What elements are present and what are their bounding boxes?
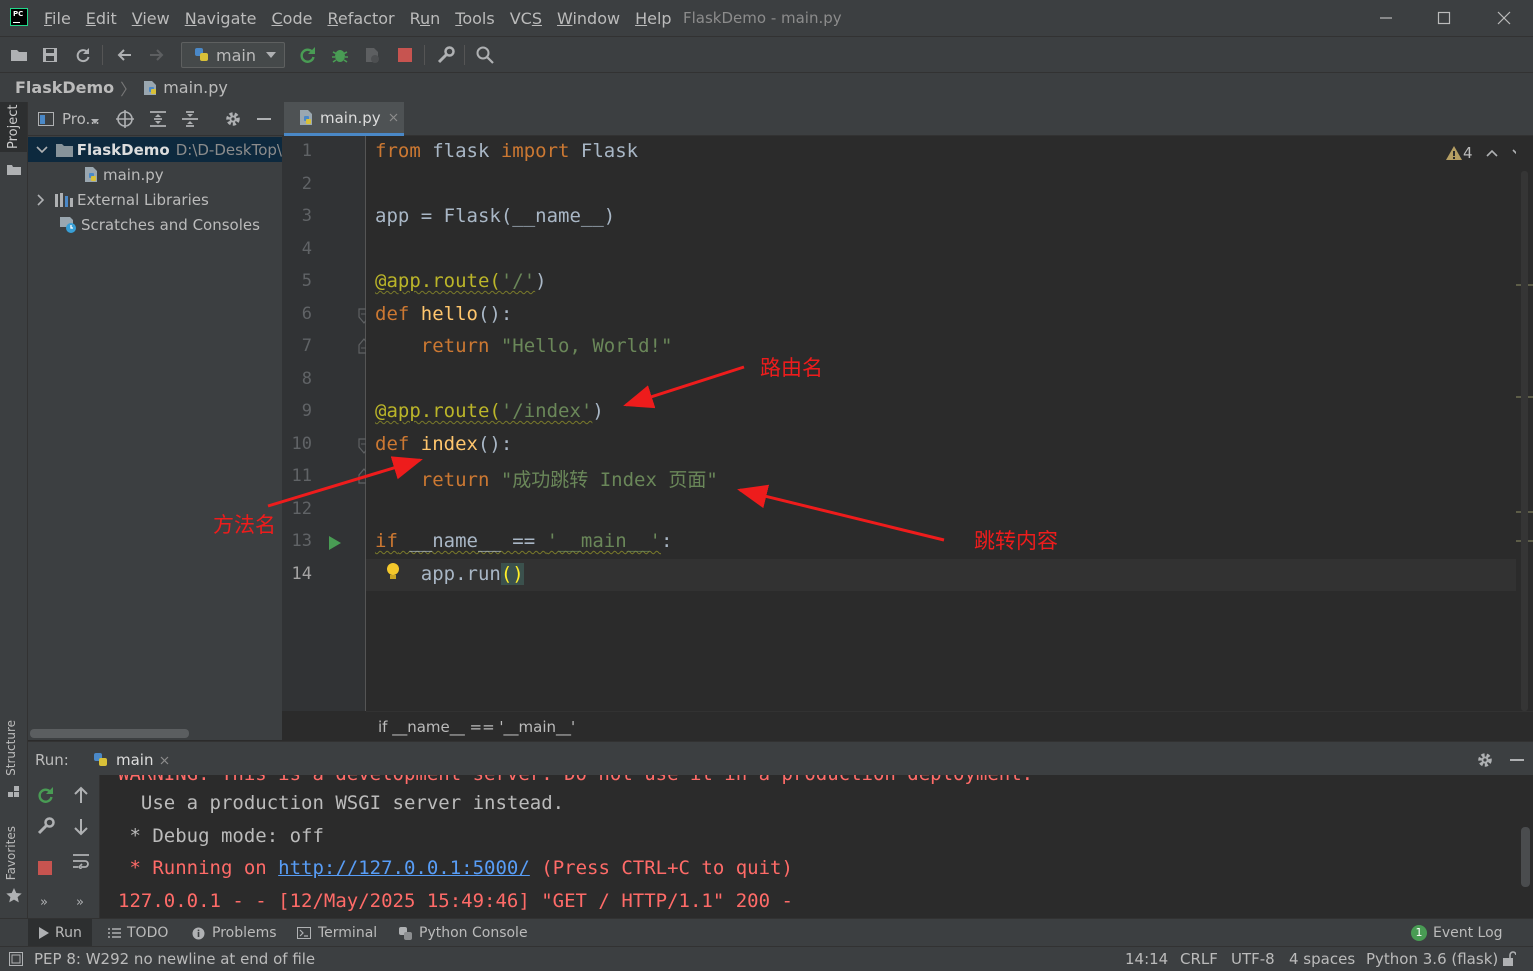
status-indent[interactable]: 4 spaces: [1289, 950, 1355, 968]
bottom-tab-event-log[interactable]: 1 Event Log: [1411, 919, 1503, 947]
console-line: WARNING: This is a development server. D…: [118, 775, 1033, 785]
status-line-separator[interactable]: CRLF: [1180, 950, 1218, 968]
server-url-link[interactable]: http://127.0.0.1:5000/: [278, 857, 530, 879]
tool-windows-toggle-icon[interactable]: [9, 952, 23, 966]
more-actions-icon[interactable]: »: [76, 895, 84, 910]
console-line: * Running on http://127.0.0.1:5000/ (Pre…: [118, 857, 793, 879]
console-line: Use a production WSGI server instead.: [118, 792, 565, 814]
annotation-route-name: 路由名: [760, 356, 823, 380]
run-triangle-icon: [39, 927, 49, 939]
status-caret-position[interactable]: 14:14: [1125, 950, 1168, 968]
stop-icon[interactable]: [38, 861, 52, 875]
status-interpreter[interactable]: Python 3.6 (flask): [1366, 950, 1498, 968]
soft-wrap-icon[interactable]: [72, 853, 90, 869]
minimize-panel-icon[interactable]: [1510, 759, 1524, 761]
run-panel-label: Run:: [35, 751, 69, 769]
console-line: * Debug mode: off: [118, 825, 324, 847]
close-tab-icon[interactable]: [160, 756, 169, 765]
event-log-badge: 1: [1411, 925, 1427, 941]
wrench-settings-icon[interactable]: [37, 817, 55, 835]
annotation-method-name: 方法名: [213, 513, 276, 537]
run-console-output[interactable]: WARNING: This is a development server. D…: [100, 775, 1533, 918]
run-panel-header: Run: main: [28, 741, 1533, 775]
annotation-redirect-content: 跳转内容: [974, 529, 1058, 553]
arrow-up-icon[interactable]: [73, 786, 89, 804]
python-console-icon: [399, 926, 412, 940]
bottom-tab-python-console[interactable]: Python Console: [398, 919, 528, 947]
status-message: PEP 8: W292 no newline at end of file: [34, 950, 316, 968]
arrow-redirect-content: [737, 484, 945, 542]
bottom-tool-tabs: Run TODO Problems Terminal Python Consol…: [0, 918, 1533, 947]
run-tab-main[interactable]: main: [116, 751, 153, 769]
bottom-tab-run[interactable]: Run: [28, 919, 92, 947]
arrow-down-icon[interactable]: [73, 818, 89, 836]
python-file-icon: [94, 753, 107, 766]
bottom-tab-terminal[interactable]: Terminal: [297, 919, 377, 947]
arrow-method-name: [267, 456, 423, 508]
console-line: 127.0.0.1 - - [12/May/2025 15:49:46] "GE…: [118, 890, 793, 912]
list-icon: [108, 927, 121, 938]
bottom-tab-problems[interactable]: Problems: [192, 919, 277, 947]
status-encoding[interactable]: UTF-8: [1231, 950, 1275, 968]
more-actions-icon[interactable]: »: [40, 895, 48, 910]
console-scrollbar[interactable]: [1521, 827, 1530, 887]
rerun-icon[interactable]: [37, 786, 55, 804]
arrow-route-name: [623, 365, 745, 409]
run-tool-buttons: » »: [28, 775, 100, 918]
gear-icon[interactable]: [1476, 751, 1494, 769]
status-bar: PEP 8: W292 no newline at end of file 14…: [0, 946, 1533, 971]
terminal-icon: [297, 927, 311, 939]
unlock-icon[interactable]: [1502, 951, 1516, 967]
bottom-tab-todo[interactable]: TODO: [108, 919, 168, 947]
info-icon: [192, 927, 205, 939]
